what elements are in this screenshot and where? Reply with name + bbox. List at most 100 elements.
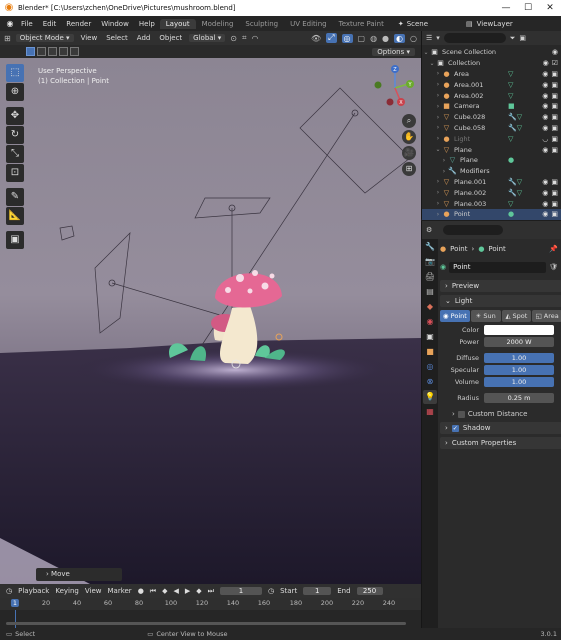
object-data-icon[interactable]: ▽ [508,200,513,208]
move-tool[interactable]: ✥ [6,107,24,125]
power-field[interactable]: 2000 W [484,336,554,347]
disclosure-arrow-icon[interactable]: › [440,168,448,175]
shading-solid-icon[interactable]: ● [382,34,389,43]
scene-tab-icon[interactable]: ◆ [423,300,437,314]
blender-menu-icon[interactable]: ◉ [4,19,16,28]
physics-tab-icon[interactable]: ◎ [423,360,437,374]
ortho-toggle-icon[interactable]: ⊞ [402,162,416,176]
disclosure-arrow-icon[interactable]: › [434,124,442,131]
custom-properties-panel-header[interactable]: › Custom Properties [440,437,561,449]
fake-user-icon[interactable]: 🛡 [549,263,558,271]
timeline-scrollbar[interactable] [6,622,406,625]
new-collection-icon[interactable]: ▣ [519,34,526,42]
render-camera-icon[interactable]: ▣ [551,200,558,208]
object-data-icon[interactable]: ▽ [508,92,513,100]
current-frame-field[interactable]: 1 [219,587,262,595]
timeline-menu-marker[interactable]: Marker [107,587,131,595]
object-data-icon[interactable]: ● [508,210,514,218]
shading-wireframe-icon[interactable]: ◍ [370,34,377,43]
shadow-checkbox[interactable]: ✓ [451,424,459,432]
outliner-row[interactable]: › ▽ Plane.002 🔧▽ ◉ ▣ [422,187,561,198]
disclosure-arrow-icon[interactable]: › [434,178,442,185]
visibility-eye-icon[interactable]: ◉ [542,92,548,100]
3d-viewport[interactable]: User Perspective (1) Collection | Point … [0,58,421,584]
disclosure-arrow-icon[interactable]: › [434,81,442,88]
object-data-icon[interactable]: ▽ [508,135,513,143]
record-icon[interactable]: ● [138,587,144,595]
timeline-menu-keying[interactable]: Keying [55,587,79,595]
close-button[interactable]: ✕ [539,3,561,13]
outliner-row[interactable]: › 🔧 Modifiers [422,166,561,177]
object-data-icon[interactable]: ● [508,156,514,164]
light-type-sun[interactable]: ☀ Sun [470,310,501,322]
outliner-row[interactable]: › ● Point ● ◉ ▣ [422,209,561,220]
outliner-row[interactable]: ⌄ ▽ Plane ◉ ▣ [422,144,561,155]
browse-light-icon[interactable]: ◉ [440,263,446,271]
outliner-row[interactable]: › ▽ Plane.003 ▽ ◉ ▣ [422,198,561,209]
visibility-eye-icon[interactable]: ◉ [542,81,548,89]
custom-distance-checkbox[interactable] [457,410,465,418]
outliner-row[interactable]: › ● Area.001 ▽ ◉ ▣ [422,79,561,90]
disclosure-arrow-icon[interactable]: ⌄ [422,49,430,56]
outliner-row[interactable]: › ▽ Plane.001 🔧▽ ◉ ▣ [422,177,561,188]
visibility-eye-icon[interactable]: ◉ [542,189,548,197]
preview-panel-header[interactable]: › Preview [440,280,561,292]
disclosure-arrow-icon[interactable]: › [434,211,442,218]
light-type-point[interactable]: ◉ Point [440,310,470,322]
transform-tool[interactable]: ⊡ [6,164,24,182]
disclosure-arrow-icon[interactable]: › [434,103,442,110]
shadow-panel-header[interactable]: › ✓ Shadow [440,422,561,434]
visibility-eye-icon[interactable]: ◉ [542,102,548,110]
tab-texture-paint[interactable]: Texture Paint [333,19,390,29]
disclosure-arrow-icon[interactable]: › [434,200,442,207]
light-name-input[interactable]: Point [449,261,547,273]
rotate-tool[interactable]: ↻ [6,126,24,144]
visibility-eye-icon[interactable]: ◉ [542,124,548,132]
tab-sculpting[interactable]: Sculpting [239,19,284,29]
light-data-tab-icon[interactable]: 💡 [423,390,437,404]
options-dropdown[interactable]: Options ▾ [372,47,415,56]
disclosure-arrow-icon[interactable]: ⌄ [428,60,436,67]
timeline-editor-icon[interactable]: ◷ [6,587,12,595]
snap-icon[interactable]: ⌗ [242,33,247,43]
light-color-swatch[interactable] [484,324,554,335]
select-mode-intersect-icon[interactable] [70,47,79,56]
visibility-eye-icon[interactable]: ◉ [542,178,548,186]
visibility-eye-icon[interactable]: ◉ [543,59,549,67]
outliner-row[interactable]: › ● Light ▽ ◡ ▣ [422,133,561,144]
radius-field[interactable]: 0.25 m [484,392,554,403]
texture-tab-icon[interactable]: ▦ [423,405,437,419]
disclosure-arrow-icon[interactable]: › [434,189,442,196]
menu-file[interactable]: File [16,20,38,28]
volume-slider[interactable]: 1.00 [484,376,554,387]
render-camera-icon[interactable]: ▣ [551,146,558,154]
frame-ruler[interactable]: 1 20 40 60 80 100 120 140 160 180 200 22… [0,598,421,610]
light-type-area[interactable]: ◱ Area [532,310,561,322]
proportional-edit-icon[interactable]: ◠ [251,34,258,43]
timeline-menu-view[interactable]: View [85,587,102,595]
outliner-row[interactable]: › ● Area.002 ▽ ◉ ▣ [422,90,561,101]
pivot-icon[interactable]: ⊙ [230,34,237,43]
mode-dropdown[interactable]: Object Mode ▾ [15,34,74,42]
select-mode-new-icon[interactable] [26,47,35,56]
render-tab-icon[interactable]: 📷 [423,255,437,269]
play-reverse-icon[interactable]: ◀ [174,587,179,595]
object-data-icon[interactable]: ▽ [508,70,513,78]
visibility-eye-icon[interactable]: ◉ [542,146,548,154]
viewport-menu-object[interactable]: Object [157,34,184,42]
tab-layout[interactable]: Layout [159,18,196,29]
start-frame-field[interactable]: 1 [303,587,332,595]
exclude-checkbox-icon[interactable]: ☑ [552,59,558,67]
minimize-button[interactable]: — [495,3,517,13]
pan-icon[interactable]: ✋ [402,130,416,144]
diffuse-slider[interactable]: 1.00 [484,352,554,363]
jump-start-icon[interactable]: ⏮ [150,587,156,596]
editor-type-icon[interactable]: ⊞ [4,34,11,43]
shading-material-icon[interactable]: ◐ [394,33,406,43]
select-mode-invert-icon[interactable] [59,47,68,56]
visibility-icon[interactable]: 👁 [311,34,321,43]
view-layer-selector[interactable]: ▤ ViewLayer [466,20,513,28]
viewport-menu-view[interactable]: View [79,34,100,42]
end-frame-field[interactable]: 250 [356,587,383,595]
disclosure-arrow-icon[interactable]: › [440,157,448,164]
